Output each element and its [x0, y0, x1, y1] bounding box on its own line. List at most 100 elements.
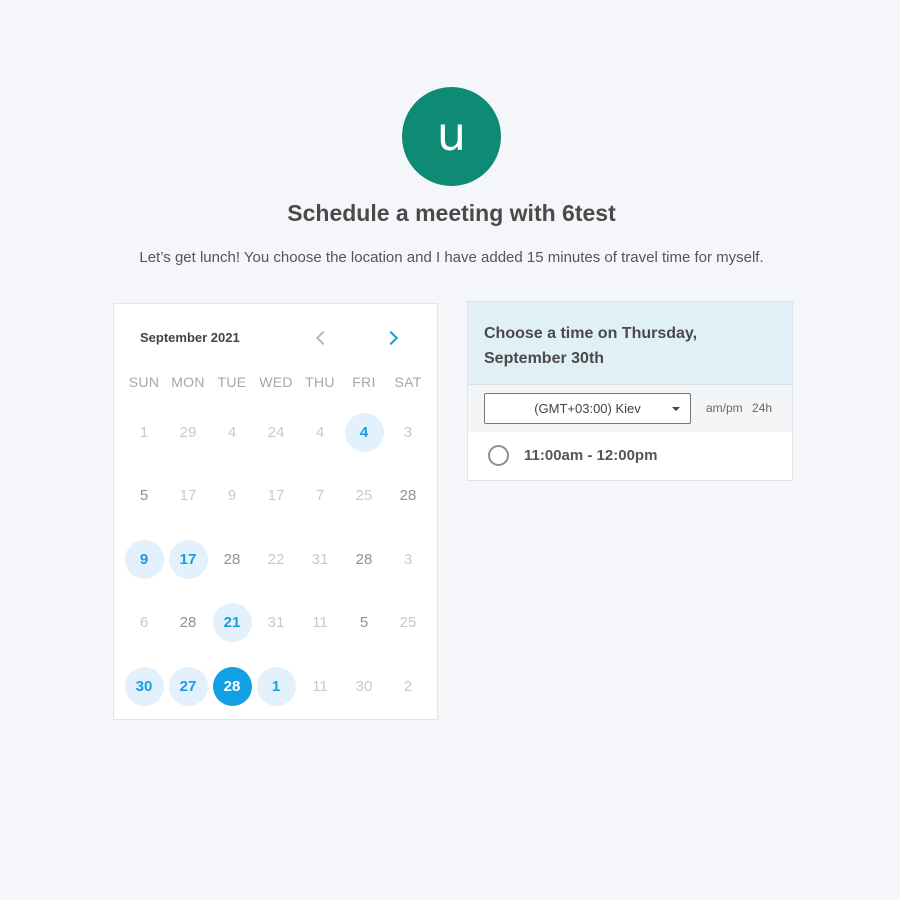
- day-number: 29: [179, 423, 197, 441]
- chevron-right-icon: [383, 330, 399, 346]
- day-number: 3: [403, 423, 413, 441]
- calendar-days-grid: 1 29 4 24 4 4 3 5 17 9 17 7 25 28 9 17 28 22 31 28 3 6 28 21 31 1…: [122, 412, 430, 730]
- calendar-day: 5: [342, 603, 386, 643]
- chevron-left-icon: [315, 330, 331, 346]
- weekday-label: MON: [171, 374, 205, 390]
- calendar-day-selected[interactable]: 28: [210, 666, 254, 706]
- weekday-label: SUN: [128, 374, 160, 390]
- day-number: 6: [139, 614, 149, 631]
- calendar-day: 25: [342, 476, 386, 516]
- day-number: 28: [355, 550, 373, 568]
- day-number: 4: [227, 423, 237, 441]
- timezone-value: (GMT+03:00) Kiev: [534, 401, 641, 416]
- calendar-day-available[interactable]: 21: [210, 603, 254, 643]
- page-title: Schedule a meeting with 6test: [287, 200, 616, 226]
- day-number: 27: [168, 666, 208, 706]
- day-number: 17: [267, 487, 285, 504]
- day-number: 11: [312, 614, 328, 631]
- calendar-day: 6: [122, 603, 166, 643]
- weekday-label: TUE: [217, 374, 247, 390]
- radio-button[interactable]: [488, 445, 509, 466]
- weekday-header: SUN MON TUE WED THU FRI SAT: [122, 374, 430, 390]
- calendar-day: 1: [122, 412, 166, 452]
- calendar-day: 25: [386, 603, 430, 643]
- day-number: 1: [139, 423, 149, 441]
- heading-line-1: Choose a time on Thursday,: [484, 325, 698, 342]
- weekday-label: THU: [305, 374, 335, 390]
- day-number: 31: [267, 614, 285, 631]
- calendar-day: 4: [210, 412, 254, 452]
- calendar-day: 5: [122, 476, 166, 516]
- day-number: 28: [399, 487, 417, 504]
- timezone-select[interactable]: (GMT+03:00) Kiev: [484, 393, 691, 424]
- day-number: 7: [315, 487, 325, 504]
- previous-month-button[interactable]: [309, 326, 333, 350]
- calendar-day-available[interactable]: 1: [254, 666, 298, 706]
- calendar-day: 11: [298, 666, 342, 706]
- calendar-day: 28: [210, 539, 254, 579]
- weekday-label: FRI: [352, 374, 376, 390]
- calendar-day: 29: [166, 412, 210, 452]
- day-number: 2: [403, 677, 413, 695]
- day-number: 30: [124, 666, 164, 706]
- next-month-button[interactable]: [381, 326, 405, 350]
- calendar-day: 4: [298, 412, 342, 452]
- calendar-day-available[interactable]: 17: [166, 539, 210, 579]
- day-number: 28: [179, 614, 197, 631]
- format-24h-option[interactable]: 24h: [752, 401, 772, 415]
- page-subtitle: Let’s get lunch! You choose the location…: [139, 249, 764, 266]
- weekday-label: SAT: [394, 374, 422, 390]
- day-number: 4: [315, 423, 325, 441]
- time-selection-panel: Choose a time on Thursday, September 30t…: [467, 301, 793, 481]
- calendar: September 2021 SUN MON TUE WED THU FRI S…: [113, 303, 438, 720]
- calendar-day: 7: [298, 476, 342, 516]
- calendar-week-row: 5 17 9 17 7 25 28: [122, 476, 430, 540]
- calendar-day: 31: [254, 603, 298, 643]
- day-number: 5: [139, 487, 149, 504]
- calendar-day: 9: [210, 476, 254, 516]
- day-number: 9: [124, 539, 164, 579]
- calendar-day: 22: [254, 539, 298, 579]
- time-slot-label: 11:00am - 12:00pm: [524, 447, 658, 464]
- calendar-day: 17: [254, 476, 298, 516]
- calendar-day: 17: [166, 476, 210, 516]
- caret-down-icon: [672, 407, 680, 411]
- calendar-day: 28: [386, 476, 430, 516]
- day-number: 30: [355, 677, 373, 695]
- heading-line-2: September 30th: [484, 350, 605, 367]
- calendar-day-available[interactable]: 27: [166, 666, 210, 706]
- day-number: 25: [355, 487, 373, 504]
- time-panel-heading: Choose a time on Thursday, September 30t…: [468, 302, 792, 385]
- calendar-week-row: 1 29 4 24 4 4 3: [122, 412, 430, 476]
- weekday-label: WED: [259, 374, 293, 390]
- day-number: 1: [256, 666, 296, 706]
- day-number: 31: [311, 550, 329, 568]
- calendar-day: 31: [298, 539, 342, 579]
- calendar-day-available[interactable]: 4: [342, 412, 386, 452]
- timezone-bar: (GMT+03:00) Kiev am/pm 24h: [468, 385, 792, 432]
- format-ampm-option[interactable]: am/pm: [706, 401, 743, 415]
- calendar-day: 24: [254, 412, 298, 452]
- avatar: u: [402, 87, 501, 186]
- day-number: 28: [212, 666, 252, 706]
- calendar-week-row: 9 17 28 22 31 28 3: [122, 539, 430, 603]
- day-number: 9: [227, 487, 237, 504]
- calendar-day: 3: [386, 412, 430, 452]
- day-number: 25: [399, 614, 417, 631]
- day-number: 24: [267, 423, 285, 441]
- day-number: 11: [312, 677, 328, 695]
- day-number: 21: [212, 603, 252, 642]
- calendar-day: 28: [166, 603, 210, 643]
- calendar-week-row: 30 27 28 1 11 30 2: [122, 666, 430, 730]
- calendar-week-row: 6 28 21 31 11 5 25: [122, 603, 430, 667]
- calendar-day-available[interactable]: 30: [122, 666, 166, 706]
- time-slot-option[interactable]: 11:00am - 12:00pm: [488, 445, 657, 466]
- time-format-toggle: am/pm 24h: [706, 401, 778, 415]
- day-number: 22: [267, 550, 285, 568]
- day-number: 4: [344, 412, 384, 452]
- calendar-day: 28: [342, 539, 386, 579]
- calendar-month-label: September 2021: [140, 330, 240, 345]
- calendar-day-available[interactable]: 9: [122, 539, 166, 579]
- day-number: 17: [168, 539, 208, 579]
- calendar-day: 11: [298, 603, 342, 643]
